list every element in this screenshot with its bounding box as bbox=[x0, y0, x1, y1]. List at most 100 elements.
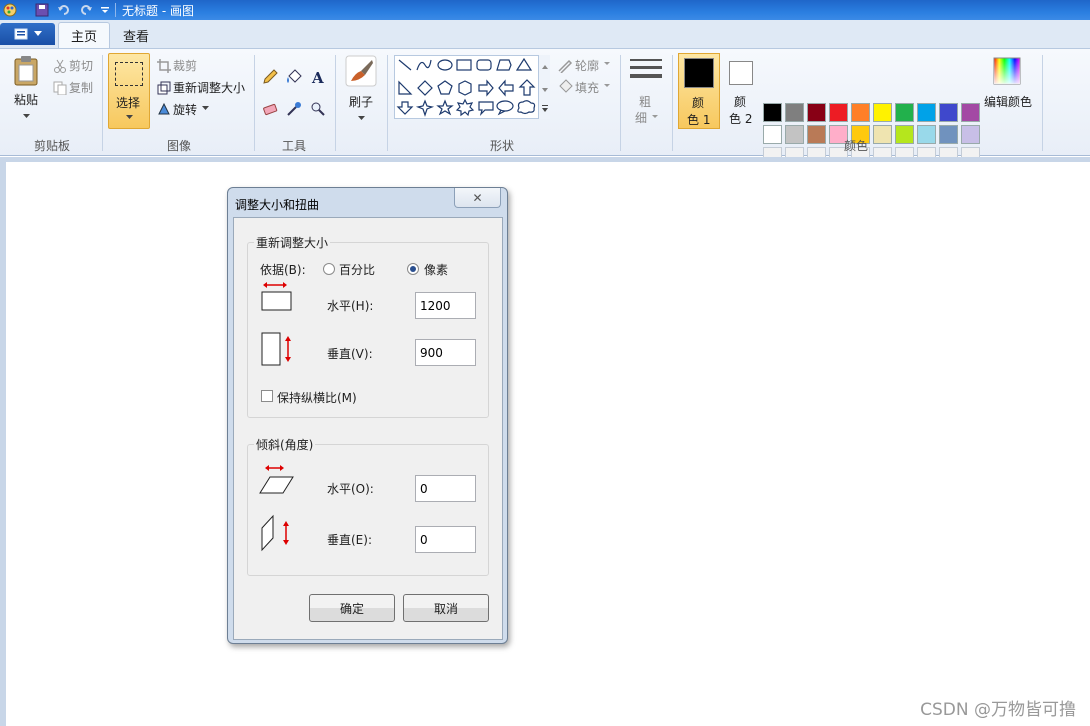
color-2-button[interactable]: 颜 色 2 bbox=[724, 53, 760, 129]
resize-horizontal-input[interactable] bbox=[415, 292, 476, 319]
paste-label: 粘贴 bbox=[13, 93, 38, 107]
chevron-down-icon bbox=[604, 62, 610, 65]
color-picker-icon[interactable] bbox=[284, 99, 304, 119]
shapes-scrollbar[interactable] bbox=[538, 55, 550, 119]
text-icon[interactable]: A bbox=[308, 67, 328, 87]
brushes-label: 刷子 bbox=[348, 95, 373, 109]
dialog-title: 调整大小和扭曲 bbox=[235, 198, 320, 212]
tab-home[interactable]: 主页 bbox=[58, 22, 111, 48]
ribbon-tab-bar: 主页 查看 bbox=[0, 20, 1090, 48]
paste-button[interactable]: 粘贴 bbox=[8, 55, 44, 119]
cut-button[interactable]: 剪切 bbox=[69, 57, 93, 74]
ok-button[interactable]: 确定 bbox=[309, 594, 395, 622]
resize-vertical-input[interactable] bbox=[415, 339, 476, 366]
drawing-canvas[interactable] bbox=[6, 162, 1090, 726]
color-swatch[interactable] bbox=[807, 103, 826, 122]
scroll-arrows-icon bbox=[542, 65, 548, 112]
fill-bucket-icon[interactable] bbox=[284, 67, 304, 87]
selection-marquee-icon bbox=[115, 62, 143, 86]
paint-app-icon[interactable] bbox=[2, 2, 18, 18]
fill-button[interactable]: 填充 bbox=[575, 79, 599, 96]
menu-icon bbox=[14, 28, 27, 40]
clipboard-icon bbox=[14, 56, 38, 86]
crop-button[interactable]: 裁剪 bbox=[173, 57, 197, 74]
select-button[interactable]: 选择 bbox=[108, 53, 150, 129]
brushes-button[interactable]: 刷子 bbox=[343, 55, 379, 121]
skew-horizontal-input[interactable] bbox=[415, 475, 476, 502]
color-swatch[interactable] bbox=[873, 103, 892, 122]
work-area bbox=[0, 157, 1090, 726]
rotate-button[interactable]: 旋转 bbox=[173, 101, 197, 118]
ribbon: 粘贴 剪切 复制 剪贴板 选择 裁剪 重新调整大小 旋转 图像 A 工具 刷子 … bbox=[0, 48, 1090, 166]
save-icon[interactable] bbox=[34, 2, 50, 18]
color-swatch[interactable] bbox=[939, 103, 958, 122]
outline-button[interactable]: 轮廓 bbox=[575, 57, 599, 74]
group-separator bbox=[620, 55, 621, 151]
pixels-label[interactable]: 像素 bbox=[424, 261, 448, 278]
size-button[interactable]: 粗 细 bbox=[628, 55, 664, 131]
tab-view[interactable]: 查看 bbox=[111, 22, 161, 48]
percent-label[interactable]: 百分比 bbox=[339, 261, 375, 278]
color-swatch[interactable] bbox=[961, 103, 980, 122]
color-2-label-a: 颜 bbox=[734, 95, 747, 109]
cancel-button[interactable]: 取消 bbox=[403, 594, 489, 622]
group-separator bbox=[387, 55, 388, 151]
shapes-gallery[interactable] bbox=[394, 55, 550, 119]
skew-vertical-input[interactable] bbox=[415, 526, 476, 553]
color-1-label-b: 色 1 bbox=[687, 113, 711, 127]
group-separator bbox=[335, 55, 336, 151]
shapes-group-label: 形状 bbox=[490, 139, 515, 153]
horizontal-resize-icon bbox=[261, 282, 292, 311]
redo-icon[interactable] bbox=[78, 2, 94, 18]
color-swatch[interactable] bbox=[851, 103, 870, 122]
resize-vertical-label: 垂直(V): bbox=[327, 347, 373, 361]
copy-button[interactable]: 复制 bbox=[69, 79, 93, 96]
close-button[interactable]: ✕ bbox=[454, 188, 501, 208]
color-swatch[interactable] bbox=[917, 103, 936, 122]
resize-button[interactable]: 重新调整大小 bbox=[173, 79, 245, 96]
dialog-body: 重新调整大小 依据(B): 百分比 像素 水平(H): 垂直(V): 保持纵横比… bbox=[233, 217, 503, 640]
percent-radio[interactable] bbox=[323, 263, 335, 275]
quick-access-dropdown-icon[interactable] bbox=[97, 2, 113, 18]
size-label-thin: 细 bbox=[635, 111, 648, 125]
keep-aspect-label[interactable]: 保持纵横比(M) bbox=[277, 389, 357, 406]
color-swatch[interactable] bbox=[807, 125, 826, 144]
resize-horizontal-label: 水平(H): bbox=[327, 299, 374, 313]
paint-menu-button[interactable] bbox=[0, 23, 55, 45]
magnifier-icon[interactable] bbox=[308, 99, 328, 119]
keep-aspect-checkbox[interactable] bbox=[261, 390, 273, 402]
color-swatch[interactable] bbox=[763, 103, 782, 122]
color-swatch[interactable] bbox=[961, 125, 980, 144]
fill-icon bbox=[555, 77, 575, 97]
color-swatch[interactable] bbox=[895, 125, 914, 144]
chevron-down-icon bbox=[22, 114, 30, 118]
color-swatch[interactable] bbox=[829, 103, 848, 122]
eraser-icon[interactable] bbox=[260, 99, 280, 119]
color-swatch[interactable] bbox=[873, 125, 892, 144]
watermark: CSDN @万物皆可撸 bbox=[920, 700, 1076, 720]
title-separator bbox=[115, 3, 116, 17]
color-swatch[interactable] bbox=[785, 125, 804, 144]
window-title: 无标题 - 画图 bbox=[122, 4, 194, 18]
edit-colors-button[interactable]: 编辑颜色 bbox=[984, 55, 1040, 115]
color-swatch[interactable] bbox=[895, 103, 914, 122]
color-1-button[interactable]: 颜 色 1 bbox=[678, 53, 720, 129]
select-label: 选择 bbox=[116, 96, 141, 110]
skew-group-label: 倾斜(角度) bbox=[254, 436, 316, 453]
pixels-radio[interactable] bbox=[407, 263, 419, 275]
scissors-icon bbox=[50, 56, 70, 76]
chevron-down-icon bbox=[202, 106, 209, 110]
colors-group-label: 颜色 bbox=[844, 139, 869, 153]
color-swatch[interactable] bbox=[917, 125, 936, 144]
resize-group-label: 重新调整大小 bbox=[254, 234, 331, 251]
pencil-icon[interactable] bbox=[260, 67, 280, 87]
color-swatch[interactable] bbox=[939, 125, 958, 144]
chevron-down-icon bbox=[126, 115, 133, 119]
undo-icon[interactable] bbox=[56, 2, 72, 18]
color-swatch[interactable] bbox=[763, 125, 782, 144]
skew-vertical-label: 垂直(E): bbox=[327, 533, 372, 547]
color-swatch[interactable] bbox=[785, 103, 804, 122]
resize-icon bbox=[154, 78, 174, 98]
resize-skew-dialog: 调整大小和扭曲 ✕ 重新调整大小 依据(B): 百分比 像素 水平(H): 垂直… bbox=[227, 187, 508, 644]
chevron-down-icon bbox=[357, 116, 365, 120]
